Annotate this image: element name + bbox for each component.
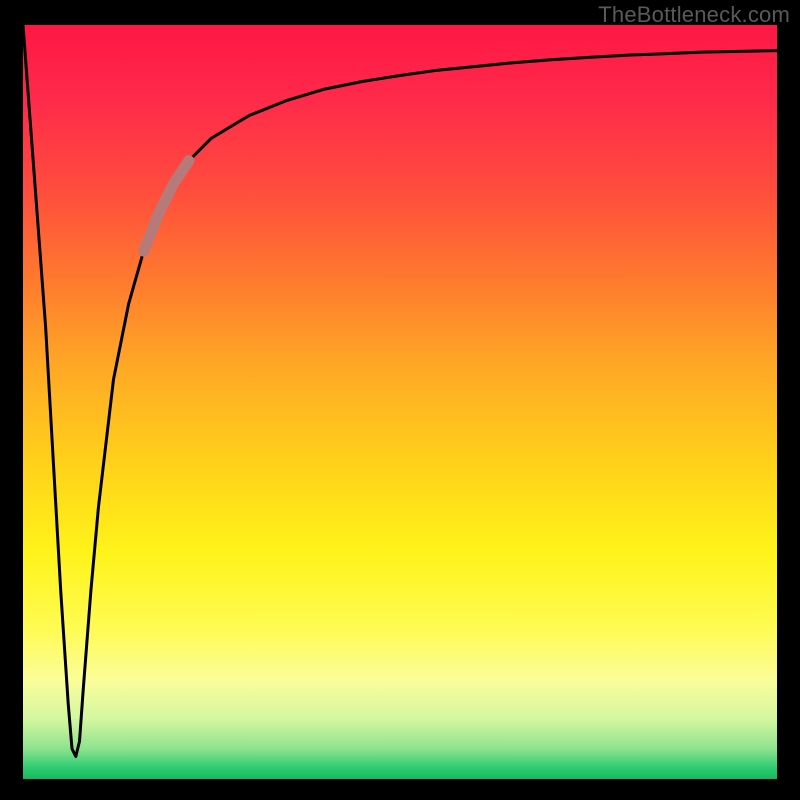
plot-area: [23, 25, 777, 779]
bottleneck-curve-path: [23, 25, 777, 756]
chart-container: TheBottleneck.com: [0, 0, 800, 800]
plot-frame: [20, 22, 780, 782]
chart-svg: [23, 25, 777, 779]
highlight-segment: [144, 161, 189, 252]
watermark-text: TheBottleneck.com: [598, 2, 790, 28]
